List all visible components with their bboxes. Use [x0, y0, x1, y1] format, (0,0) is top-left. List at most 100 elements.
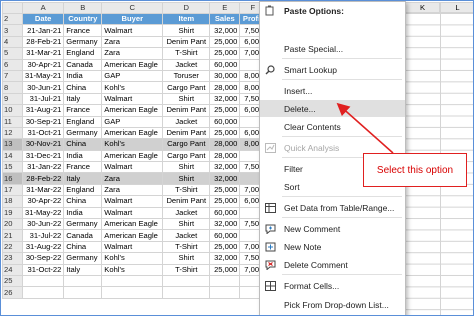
header-sales[interactable]: Sales: [209, 12, 241, 26]
cell-item[interactable]: Shirt: [162, 172, 211, 185]
menu-paste-button[interactable]: [260, 19, 405, 39]
row-header[interactable]: 21: [2, 229, 23, 242]
cell-date[interactable]: 28-Feb-22: [21, 172, 65, 185]
cell-buyer[interactable]: Kohl's: [101, 81, 164, 94]
cell-date[interactable]: 31-Mar-21: [21, 47, 65, 60]
cell-date[interactable]: 31-Dec-21: [21, 149, 65, 163]
cell-country[interactable]: China: [63, 195, 103, 208]
cell-country[interactable]: Canada: [63, 58, 103, 71]
header-item[interactable]: Item: [162, 12, 211, 26]
column-header-c[interactable]: C: [101, 2, 164, 14]
cell-item[interactable]: Jacket: [162, 229, 211, 242]
cell-item[interactable]: T-Shirt: [162, 47, 211, 60]
cell-buyer[interactable]: Kohl's: [101, 138, 164, 151]
cell-buyer[interactable]: Walmart: [101, 195, 164, 208]
header-country[interactable]: Country: [63, 12, 103, 26]
cell-date[interactable]: 31-Jul-22: [21, 229, 65, 242]
cell-item[interactable]: T-Shirt: [162, 263, 211, 277]
cell-country[interactable]: Germany: [63, 252, 103, 265]
cell-country[interactable]: England: [63, 183, 103, 197]
cell-country[interactable]: India: [63, 69, 103, 83]
cell-buyer[interactable]: [101, 274, 164, 288]
menu-paste-special[interactable]: Paste Special...: [260, 40, 405, 57]
cell-sales[interactable]: 32,000: [209, 218, 241, 231]
cell-date[interactable]: [21, 286, 65, 299]
cell-buyer[interactable]: American Eagle: [101, 229, 164, 242]
menu-new-comment[interactable]: New Comment: [260, 220, 405, 237]
row-header[interactable]: 4: [2, 35, 23, 49]
cell-buyer[interactable]: Zara: [101, 35, 164, 49]
cell-item[interactable]: Shirt: [162, 252, 211, 265]
cell-date[interactable]: 30-Jun-21: [21, 81, 65, 94]
column-header-d[interactable]: D: [162, 2, 211, 14]
cell-sales[interactable]: 32,000: [209, 161, 241, 174]
cell-country[interactable]: India: [63, 206, 103, 220]
cell-date[interactable]: 31-Oct-21: [21, 126, 65, 140]
menu-clear-contents[interactable]: Clear Contents: [260, 118, 405, 135]
cell-item[interactable]: Jacket: [162, 206, 211, 220]
menu-insert[interactable]: Insert...: [260, 82, 405, 99]
cell-buyer[interactable]: American Eagle: [101, 104, 164, 117]
row-header[interactable]: 24: [2, 263, 23, 277]
cell-sales[interactable]: 30,000: [209, 69, 241, 83]
cell-sales[interactable]: 25,000: [209, 240, 241, 254]
row-header[interactable]: 8: [2, 81, 23, 94]
clipboard-icon[interactable]: [260, 22, 280, 37]
row-header[interactable]: 13: [2, 138, 23, 151]
cell-sales[interactable]: 60,000: [209, 229, 241, 242]
cell-country[interactable]: Germany: [63, 218, 103, 231]
row-header[interactable]: 22: [2, 240, 23, 254]
menu-format-cells[interactable]: Format Cells...: [260, 277, 405, 294]
row-header[interactable]: 2: [2, 12, 23, 26]
cell-date[interactable]: [21, 274, 65, 288]
column-header-l[interactable]: L: [440, 2, 473, 13]
cell-date[interactable]: 31-May-21: [21, 69, 65, 83]
cell-item[interactable]: Denim Pant: [162, 126, 211, 140]
cell-date[interactable]: 30-Jun-22: [21, 218, 65, 231]
menu-get-data[interactable]: Get Data from Table/Range...: [260, 199, 405, 216]
cell-sales[interactable]: 25,000: [209, 47, 241, 60]
menu-delete-comment[interactable]: Delete Comment: [260, 256, 405, 273]
cell-sales[interactable]: 32,000: [209, 24, 241, 37]
cell-buyer[interactable]: Kohl's: [101, 263, 164, 277]
cell-sales[interactable]: [209, 274, 241, 288]
cell-country[interactable]: Germany: [63, 126, 103, 140]
row-header[interactable]: 15: [2, 161, 23, 174]
cell-item[interactable]: Denim Pant: [162, 195, 211, 208]
row-header[interactable]: 23: [2, 252, 23, 265]
cell-date[interactable]: 30-Apr-21: [21, 58, 65, 71]
cell-date[interactable]: 31-Jan-22: [21, 161, 65, 174]
cell-item[interactable]: Shirt: [162, 24, 211, 37]
cell-buyer[interactable]: American Eagle: [101, 58, 164, 71]
cell-country[interactable]: England: [63, 47, 103, 60]
cell-buyer[interactable]: Walmart: [101, 206, 164, 220]
cell-item[interactable]: Cargo Pant: [162, 149, 211, 163]
cell-item[interactable]: Shirt: [162, 161, 211, 174]
cell-country[interactable]: Germany: [63, 35, 103, 49]
row-header[interactable]: 5: [2, 47, 23, 60]
cell-item[interactable]: Denim Pant: [162, 35, 211, 49]
header-buyer[interactable]: Buyer: [101, 12, 164, 26]
cell-item[interactable]: Jacket: [162, 115, 211, 128]
cell-buyer[interactable]: GAP: [101, 69, 164, 83]
cell-buyer[interactable]: American Eagle: [101, 149, 164, 163]
row-header[interactable]: 19: [2, 206, 23, 220]
column-header-b[interactable]: B: [63, 2, 103, 14]
cell-buyer[interactable]: Walmart: [101, 24, 164, 37]
cell-date[interactable]: 31-May-22: [21, 206, 65, 220]
header-date[interactable]: Date: [21, 12, 65, 26]
cell-item[interactable]: Denim Pant: [162, 104, 211, 117]
cell-sales[interactable]: 60,000: [209, 115, 241, 128]
cell-buyer[interactable]: American Eagle: [101, 218, 164, 231]
cell-country[interactable]: China: [63, 240, 103, 254]
cell-sales[interactable]: 60,000: [209, 58, 241, 71]
cell-sales[interactable]: 32,000: [209, 92, 241, 106]
cell-country[interactable]: China: [63, 138, 103, 151]
cell-date[interactable]: 30-Apr-22: [21, 195, 65, 208]
cell-buyer[interactable]: Walmart: [101, 92, 164, 106]
cell-date[interactable]: 31-Mar-22: [21, 183, 65, 197]
cell-buyer[interactable]: Zara: [101, 183, 164, 197]
cell-buyer[interactable]: Kohl's: [101, 252, 164, 265]
cell-item[interactable]: T-Shirt: [162, 240, 211, 254]
cell-item[interactable]: Jacket: [162, 58, 211, 71]
